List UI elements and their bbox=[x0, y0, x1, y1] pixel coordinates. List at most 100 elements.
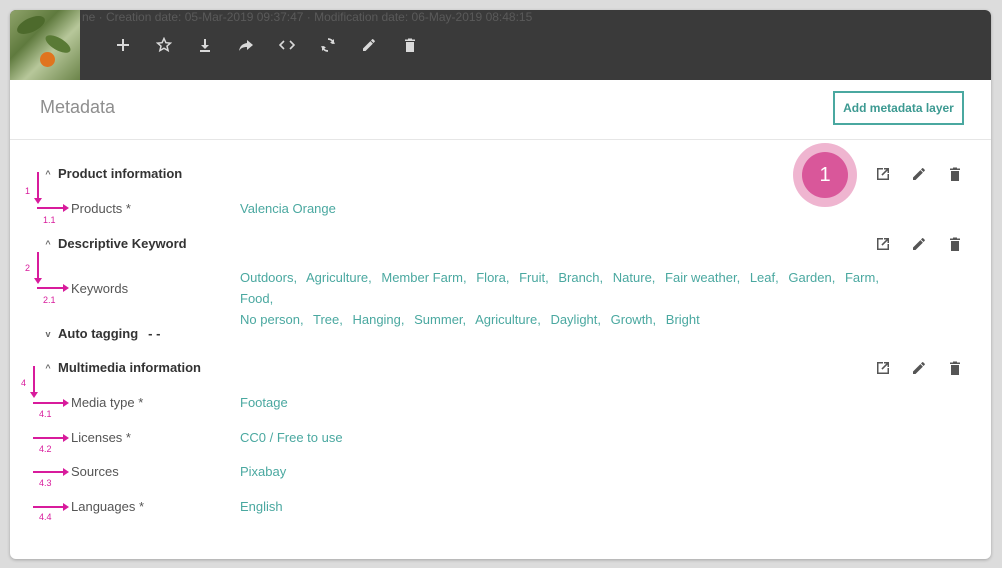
keyword-tag[interactable]: Fruit, bbox=[519, 270, 549, 285]
annotation-label: 4.1 bbox=[39, 409, 52, 419]
licenses-value[interactable]: CC0 / Free to use bbox=[240, 430, 343, 445]
add-icon[interactable] bbox=[102, 34, 143, 56]
keyword-tag[interactable]: Food, bbox=[240, 291, 273, 306]
open-external-icon[interactable] bbox=[865, 164, 901, 184]
keyword-tag[interactable]: Agriculture, bbox=[306, 270, 372, 285]
media-type-label: Media type * bbox=[71, 395, 144, 410]
page-title: Metadata bbox=[40, 97, 116, 117]
annotation-label: 1.1 bbox=[43, 215, 56, 225]
edit-icon[interactable] bbox=[901, 234, 937, 254]
annotation-arrowhead bbox=[63, 434, 69, 442]
annotation-arrowhead bbox=[63, 399, 69, 407]
keyword-tag[interactable]: Branch, bbox=[558, 270, 603, 285]
annotation-label: 4.4 bbox=[39, 512, 52, 522]
section-title: Product information bbox=[58, 166, 183, 181]
keyword-tag[interactable]: Hanging, bbox=[352, 312, 404, 327]
keyword-tag[interactable]: Farm, bbox=[845, 270, 879, 285]
annotation-label: 4 bbox=[21, 378, 27, 388]
keyword-tag[interactable]: Leaf, bbox=[750, 270, 779, 285]
metadata-header: Metadata Add metadata layer bbox=[10, 80, 991, 140]
annotation-arrow bbox=[33, 471, 64, 473]
keyword-tag[interactable]: No person, bbox=[240, 312, 304, 327]
sync-icon[interactable] bbox=[307, 34, 348, 56]
keyword-tag[interactable]: Nature, bbox=[613, 270, 656, 285]
annotation-arrowhead bbox=[63, 503, 69, 511]
section-actions bbox=[865, 234, 973, 254]
open-external-icon[interactable] bbox=[865, 358, 901, 378]
keyword-tag[interactable]: Growth, bbox=[611, 312, 657, 327]
chevron-up-icon: ^ bbox=[45, 238, 51, 249]
chevron-down-icon: v bbox=[45, 328, 51, 339]
annotation-label: 2.1 bbox=[43, 295, 56, 305]
annotation-arrow bbox=[37, 207, 64, 209]
annotation-arrow bbox=[33, 506, 64, 508]
keyword-tag[interactable]: Tree, bbox=[313, 312, 343, 327]
delete-icon[interactable] bbox=[937, 164, 973, 184]
annotation-arrowhead bbox=[63, 284, 69, 292]
annotation-arrow bbox=[33, 402, 64, 404]
keyword-tag[interactable]: Daylight, bbox=[550, 312, 601, 327]
keyword-tag[interactable]: Flora, bbox=[476, 270, 509, 285]
keywords-value-list: Outdoors, Agriculture, Member Farm, Flor… bbox=[240, 267, 920, 330]
annotation-arrow bbox=[37, 252, 39, 280]
asset-toolbar bbox=[102, 34, 430, 56]
star-icon[interactable] bbox=[143, 34, 184, 56]
annotation-label: 2 bbox=[25, 263, 31, 273]
section-actions bbox=[865, 164, 973, 184]
add-metadata-layer-button[interactable]: Add metadata layer bbox=[833, 91, 964, 125]
section-title: Multimedia information bbox=[58, 360, 201, 375]
edit-icon[interactable] bbox=[348, 34, 389, 56]
delete-icon[interactable] bbox=[937, 234, 973, 254]
annotation-arrowhead bbox=[63, 468, 69, 476]
section-title: Auto tagging bbox=[58, 326, 139, 341]
products-label: Products * bbox=[71, 201, 131, 216]
share-icon[interactable] bbox=[225, 34, 266, 56]
asset-info-text: ne · Creation date: 05-Mar-2019 09:37:47… bbox=[82, 10, 533, 24]
delete-icon[interactable] bbox=[937, 358, 973, 378]
licenses-label: Licenses * bbox=[71, 430, 131, 445]
annotation-label: 4.2 bbox=[39, 444, 52, 454]
keyword-tag[interactable]: Agriculture, bbox=[475, 312, 541, 327]
sources-value[interactable]: Pixabay bbox=[240, 464, 286, 479]
keyword-tag[interactable]: Bright bbox=[666, 312, 700, 327]
keyword-tag[interactable]: Summer, bbox=[414, 312, 466, 327]
annotation-arrow bbox=[33, 366, 35, 394]
tutorial-step-badge: 1 bbox=[793, 143, 857, 207]
products-value[interactable]: Valencia Orange bbox=[240, 201, 336, 216]
section-descriptive-keyword[interactable]: ^ Descriptive Keyword bbox=[42, 236, 187, 251]
code-icon[interactable] bbox=[266, 34, 307, 56]
annotation-arrow bbox=[37, 287, 64, 289]
edit-icon[interactable] bbox=[901, 358, 937, 378]
keyword-tag[interactable]: Fair weather, bbox=[665, 270, 740, 285]
annotation-label: 4.3 bbox=[39, 478, 52, 488]
annotation-arrowhead bbox=[30, 392, 38, 398]
metadata-card: ne · Creation date: 05-Mar-2019 09:37:47… bbox=[10, 10, 991, 559]
keyword-tag[interactable]: Garden, bbox=[788, 270, 835, 285]
tutorial-step-number: 1 bbox=[802, 152, 848, 198]
languages-value[interactable]: English bbox=[240, 499, 283, 514]
keyword-tag[interactable]: Outdoors, bbox=[240, 270, 297, 285]
sources-label: Sources bbox=[71, 464, 119, 479]
edit-icon[interactable] bbox=[901, 164, 937, 184]
delete-icon[interactable] bbox=[389, 34, 430, 56]
annotation-label: 1 bbox=[25, 186, 31, 196]
chevron-up-icon: ^ bbox=[45, 362, 51, 373]
asset-thumbnail[interactable] bbox=[10, 10, 80, 80]
annotation-arrow bbox=[37, 172, 39, 200]
section-actions bbox=[865, 358, 973, 378]
asset-toolbar-bar: ne · Creation date: 05-Mar-2019 09:37:47… bbox=[10, 10, 991, 80]
download-icon[interactable] bbox=[184, 34, 225, 56]
languages-label: Languages * bbox=[71, 499, 145, 514]
auto-tagging-value: - - bbox=[148, 326, 161, 341]
chevron-up-icon: ^ bbox=[45, 168, 51, 179]
section-title: Descriptive Keyword bbox=[58, 236, 187, 251]
annotation-arrowhead bbox=[63, 204, 69, 212]
media-type-value[interactable]: Footage bbox=[240, 395, 288, 410]
keyword-tag[interactable]: Member Farm, bbox=[381, 270, 466, 285]
annotation-arrowhead bbox=[34, 198, 42, 204]
open-external-icon[interactable] bbox=[865, 234, 901, 254]
section-product-information[interactable]: ^ Product information bbox=[42, 166, 182, 181]
annotation-arrow bbox=[33, 437, 64, 439]
section-multimedia-information[interactable]: ^ Multimedia information bbox=[42, 360, 201, 375]
section-auto-tagging[interactable]: v Auto tagging - - bbox=[42, 326, 160, 341]
